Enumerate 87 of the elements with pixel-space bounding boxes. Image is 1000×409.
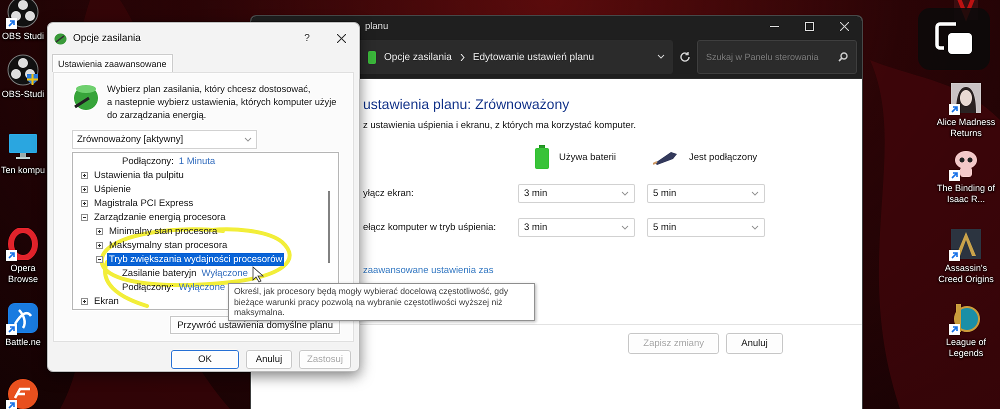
setting-label: Podłączony:	[122, 156, 174, 166]
picture-in-picture-button[interactable]	[918, 8, 990, 70]
intro-text: Wybierz plan zasilania, który chcesz dostosować, a nastepnie wybierz ustawienia, których komputer użyje do zarządzania energią.	[107, 83, 336, 122]
setting-value-link[interactable]: Wyłączone	[201, 268, 248, 278]
time-dropdown[interactable]: 5 min	[647, 184, 765, 203]
dialog-title: Opcje zasilania	[73, 33, 141, 44]
chevron-down-icon	[621, 224, 629, 230]
tree-item[interactable]: Uśpienie	[92, 182, 133, 196]
chevron-down-icon	[244, 136, 252, 142]
column-heading: Jest podłączony	[689, 152, 758, 162]
tree-item[interactable]: Zarządzanie energią procesora	[92, 210, 228, 224]
battery-icon	[368, 50, 376, 64]
page-heading: ustawienia planu: Zrównoważony	[363, 96, 570, 112]
chevron-right-icon	[460, 54, 465, 60]
desktop-icon-label[interactable]: Opera Browse	[0, 263, 46, 285]
close-icon	[336, 34, 346, 43]
desktop-icon-label[interactable]: Assassin's Creed Origins	[933, 263, 999, 285]
shortcut-arrow-icon	[949, 250, 960, 261]
expand-icon[interactable]	[81, 298, 88, 304]
setting-value-link[interactable]: 1 Minuta	[178, 156, 216, 166]
app-icon	[7, 378, 39, 409]
history-chevron-icon	[657, 54, 665, 60]
portrait-icon	[950, 82, 982, 114]
battery-plug-icon	[72, 83, 100, 111]
desktop-icon-label[interactable]: League of Legends	[933, 337, 999, 359]
expand-icon[interactable]	[96, 242, 103, 248]
desktop-icon-label[interactable]: OBS Studi	[2, 31, 44, 42]
desktop-icon-label[interactable]: The Binding of Isaac R...	[933, 183, 999, 205]
emblem-icon	[950, 228, 982, 260]
refresh-icon[interactable]	[679, 51, 691, 63]
expand-icon[interactable]	[96, 228, 103, 234]
window-title: planu	[365, 20, 388, 32]
shortcut-arrow-icon	[6, 250, 17, 261]
dialog-button[interactable]: Anuluj	[246, 350, 292, 369]
battery-plug-icon	[54, 32, 67, 45]
time-dropdown[interactable]: 5 min	[647, 218, 765, 237]
shortcut-arrow-icon	[6, 324, 17, 335]
shortcut-arrow-icon	[6, 18, 17, 29]
expand-icon[interactable]	[81, 186, 88, 192]
help-button[interactable]: ?	[297, 32, 317, 45]
desktop-icon-label[interactable]: Ten kompu	[0, 165, 46, 176]
plan-dropdown[interactable]: Zrównoważony [aktywny]	[72, 130, 257, 149]
desktop-icon-label[interactable]: OBS-Studi	[2, 89, 44, 100]
breadcrumb-item[interactable]: Opcje zasilania	[384, 52, 452, 62]
tree-item[interactable]: Ustawienia tła pulpitu	[92, 168, 186, 182]
setting-label: Zasilanie bateryjn	[122, 268, 196, 278]
column-heading: Używa baterii	[559, 152, 616, 162]
chevron-down-icon	[751, 190, 759, 196]
maximize-icon	[805, 22, 814, 30]
app-icon	[7, 302, 39, 334]
action-button[interactable]: Anuluj	[726, 333, 783, 354]
scrollbar-thumb[interactable]	[328, 191, 330, 263]
setting-label: ełącz komputer w tryb uśpienia:	[363, 222, 498, 233]
setting-label: yłącz ekran:	[363, 188, 415, 199]
shortcut-arrow-icon	[6, 400, 17, 409]
time-dropdown[interactable]: 3 min	[518, 218, 635, 237]
expand-icon[interactable]	[81, 200, 88, 206]
shortcut-arrow-icon	[949, 324, 960, 335]
tooltip-text: Określ, jak procesory będą mogły wybierać docelową częstotliwość, gdy bieżące warunki pracy pozwolą na wybranie częstotliwości wyższej niż maksymalna.	[234, 286, 510, 318]
chevron-down-icon	[621, 190, 629, 196]
tab[interactable]: Ustawienia zaawansowane	[52, 54, 173, 72]
search-field[interactable]: Szukaj w Panelu sterowania	[697, 40, 857, 74]
tree-item[interactable]: Ekran	[92, 294, 121, 308]
dialog-button[interactable]: OK	[171, 350, 239, 369]
time-dropdown[interactable]: 3 min	[518, 184, 635, 203]
ring-icon	[7, 228, 39, 260]
page-description: z ustawienia uśpienia i ekranu, z których ma korzystać komputer.	[363, 120, 637, 131]
shortcut-arrow-icon	[949, 104, 960, 115]
expand-icon[interactable]	[81, 172, 88, 178]
setting-label: Podłączony:	[122, 282, 174, 292]
chevron-down-icon	[751, 224, 759, 230]
app-icon	[7, 54, 39, 86]
advanced-settings-link[interactable]: zaawansowane ustawienia zas	[363, 265, 862, 276]
desktop-icon-label[interactable]: Alice Madness Returns	[933, 117, 999, 139]
plug-icon	[653, 149, 679, 165]
tree-item[interactable]: Tryb zwiększania wydajności procesorów	[107, 252, 284, 266]
shortcut-arrow-icon	[949, 170, 960, 181]
collapse-icon[interactable]	[96, 256, 103, 262]
breadcrumb-item[interactable]: Edytowanie ustawień planu	[472, 52, 594, 62]
picture-in-picture-icon	[934, 21, 974, 57]
desktop-icon-label[interactable]: Battle.ne	[5, 337, 41, 348]
collapse-icon[interactable]	[81, 214, 88, 220]
battery-icon	[535, 145, 549, 169]
search-icon	[838, 52, 848, 62]
app-icon	[7, 0, 39, 28]
close-icon	[840, 22, 849, 30]
tree-item[interactable]: Magistrala PCI Express	[92, 196, 196, 210]
